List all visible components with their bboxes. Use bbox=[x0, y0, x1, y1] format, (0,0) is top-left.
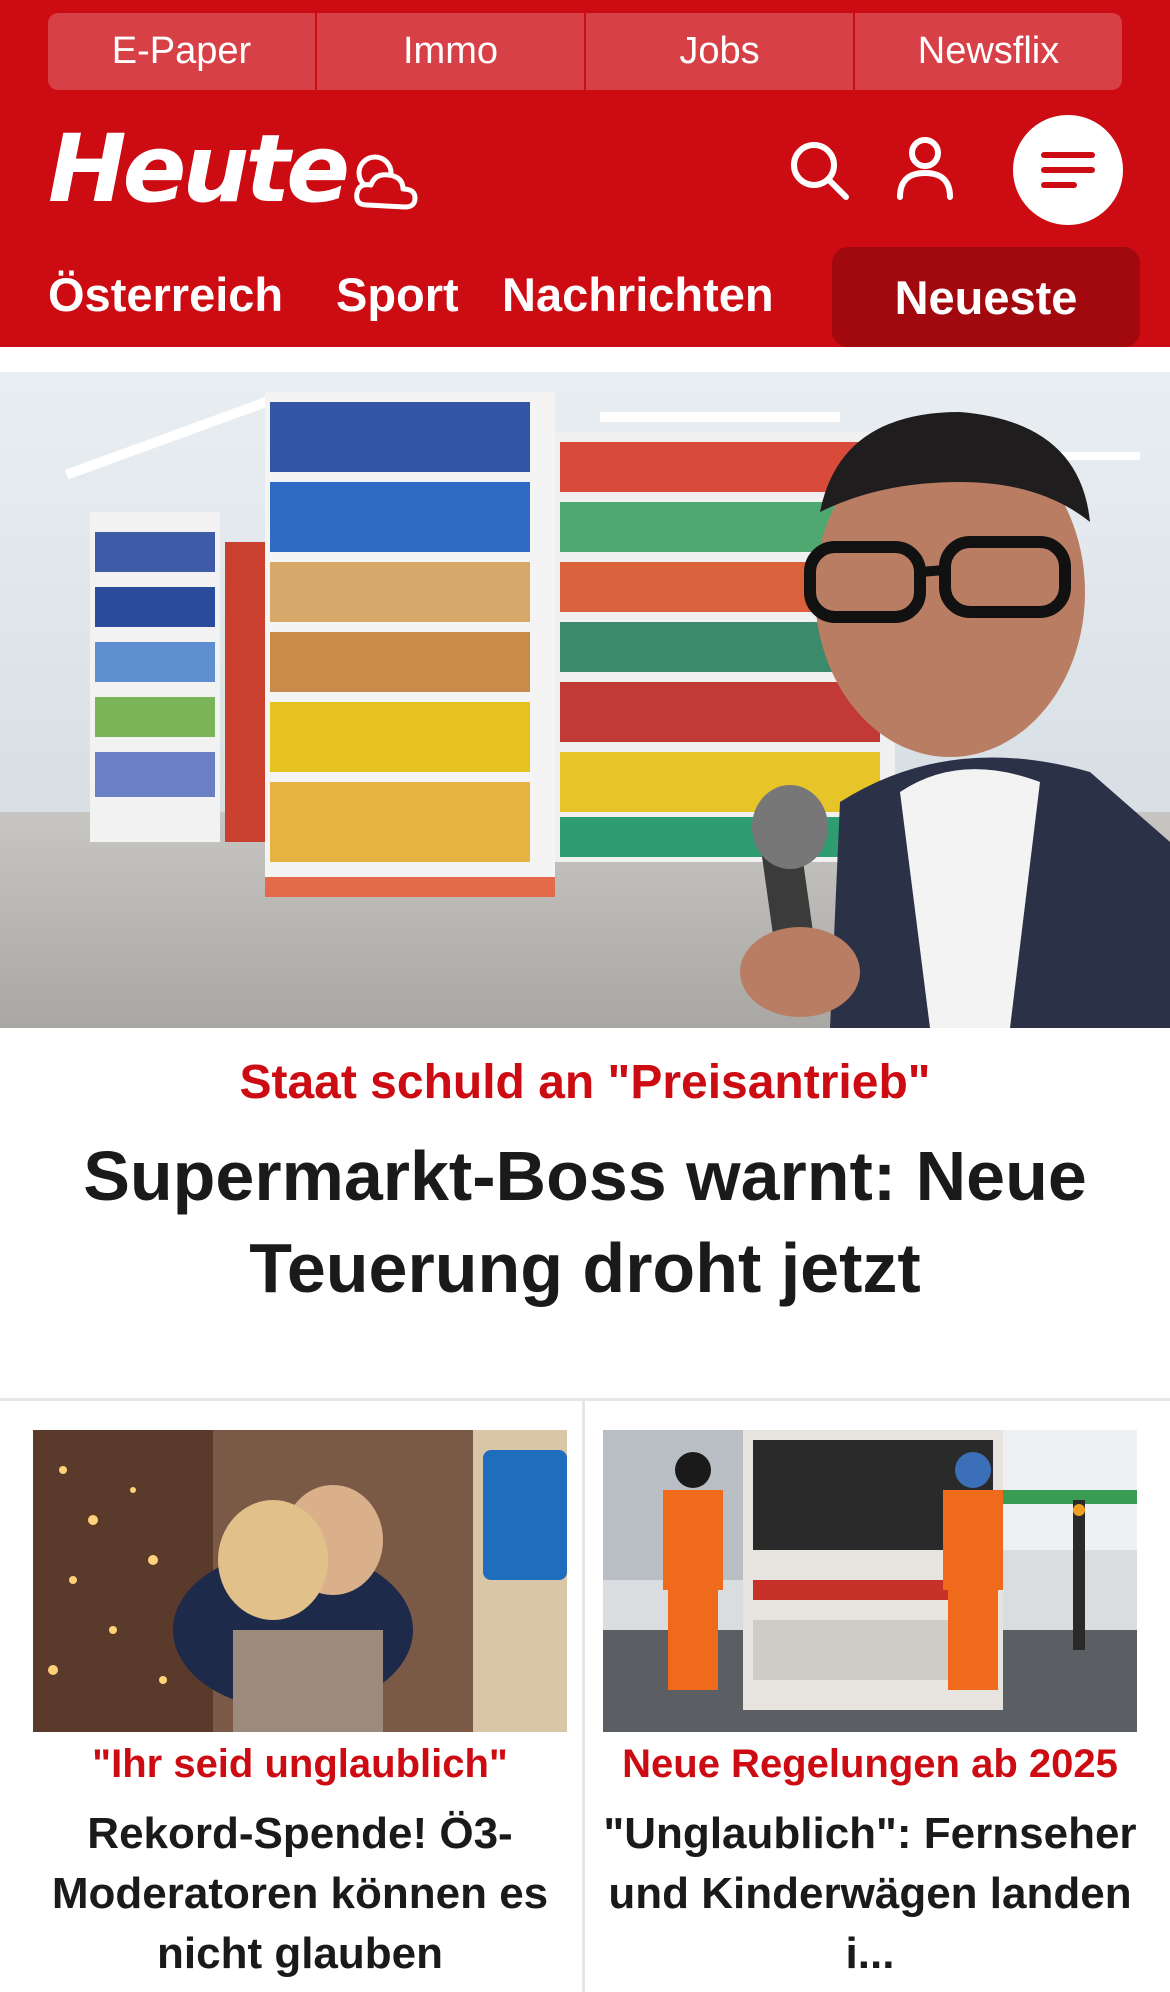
supermarket-photo bbox=[0, 372, 1170, 1028]
hug-photo bbox=[33, 1430, 567, 1732]
section-divider bbox=[0, 1398, 1170, 1401]
hero-kicker[interactable]: Staat schuld an "Preisantrieb" bbox=[0, 1055, 1170, 1110]
article-image[interactable] bbox=[603, 1430, 1137, 1732]
article-kicker[interactable]: Neue Regelungen ab 2025 bbox=[603, 1742, 1137, 1787]
heute-logo[interactable]: Heute bbox=[48, 123, 350, 217]
weather-icon[interactable] bbox=[345, 143, 425, 223]
article-title[interactable]: Rekord-Spende! Ö3-Moderatoren können es … bbox=[33, 1804, 567, 1984]
column-divider bbox=[582, 1400, 585, 1992]
top-link-epaper[interactable]: E-Paper bbox=[48, 13, 317, 90]
main-nav: Österreich Sport Nachrichten Neueste bbox=[0, 247, 1170, 347]
brand-row: Heute bbox=[0, 105, 1170, 235]
hero-image[interactable] bbox=[0, 372, 1170, 1028]
top-link-jobs[interactable]: Jobs bbox=[586, 13, 855, 90]
article-card[interactable]: Neue Regelungen ab 2025 "Unglaublich": F… bbox=[603, 1430, 1137, 1992]
hero-title[interactable]: Supermarkt-Boss warnt: Neue Teuerung dro… bbox=[40, 1130, 1130, 1314]
article-kicker[interactable]: "Ihr seid unglaublich" bbox=[33, 1742, 567, 1787]
menu-button[interactable] bbox=[1013, 115, 1123, 225]
top-link-newsflix[interactable]: Newsflix bbox=[855, 13, 1122, 90]
article-image[interactable] bbox=[33, 1430, 567, 1732]
nav-sport[interactable]: Sport bbox=[336, 269, 459, 321]
menu-icon bbox=[1041, 152, 1095, 188]
top-links-bar: E-Paper Immo Jobs Newsflix bbox=[48, 13, 1122, 90]
nav-oesterreich[interactable]: Österreich bbox=[48, 269, 283, 321]
user-icon[interactable] bbox=[895, 135, 955, 201]
nav-neueste[interactable]: Neueste bbox=[832, 247, 1140, 347]
article-title[interactable]: "Unglaublich": Fernseher und Kinderwägen… bbox=[603, 1804, 1137, 1984]
article-card[interactable]: "Ihr seid unglaublich" Rekord-Spende! Ö3… bbox=[33, 1430, 567, 1992]
top-link-immo[interactable]: Immo bbox=[317, 13, 586, 90]
nav-nachrichten[interactable]: Nachrichten bbox=[502, 269, 774, 321]
search-icon[interactable] bbox=[788, 139, 850, 201]
site-header: E-Paper Immo Jobs Newsflix Heute Österre… bbox=[0, 0, 1170, 347]
garbage-truck-photo bbox=[603, 1430, 1137, 1732]
